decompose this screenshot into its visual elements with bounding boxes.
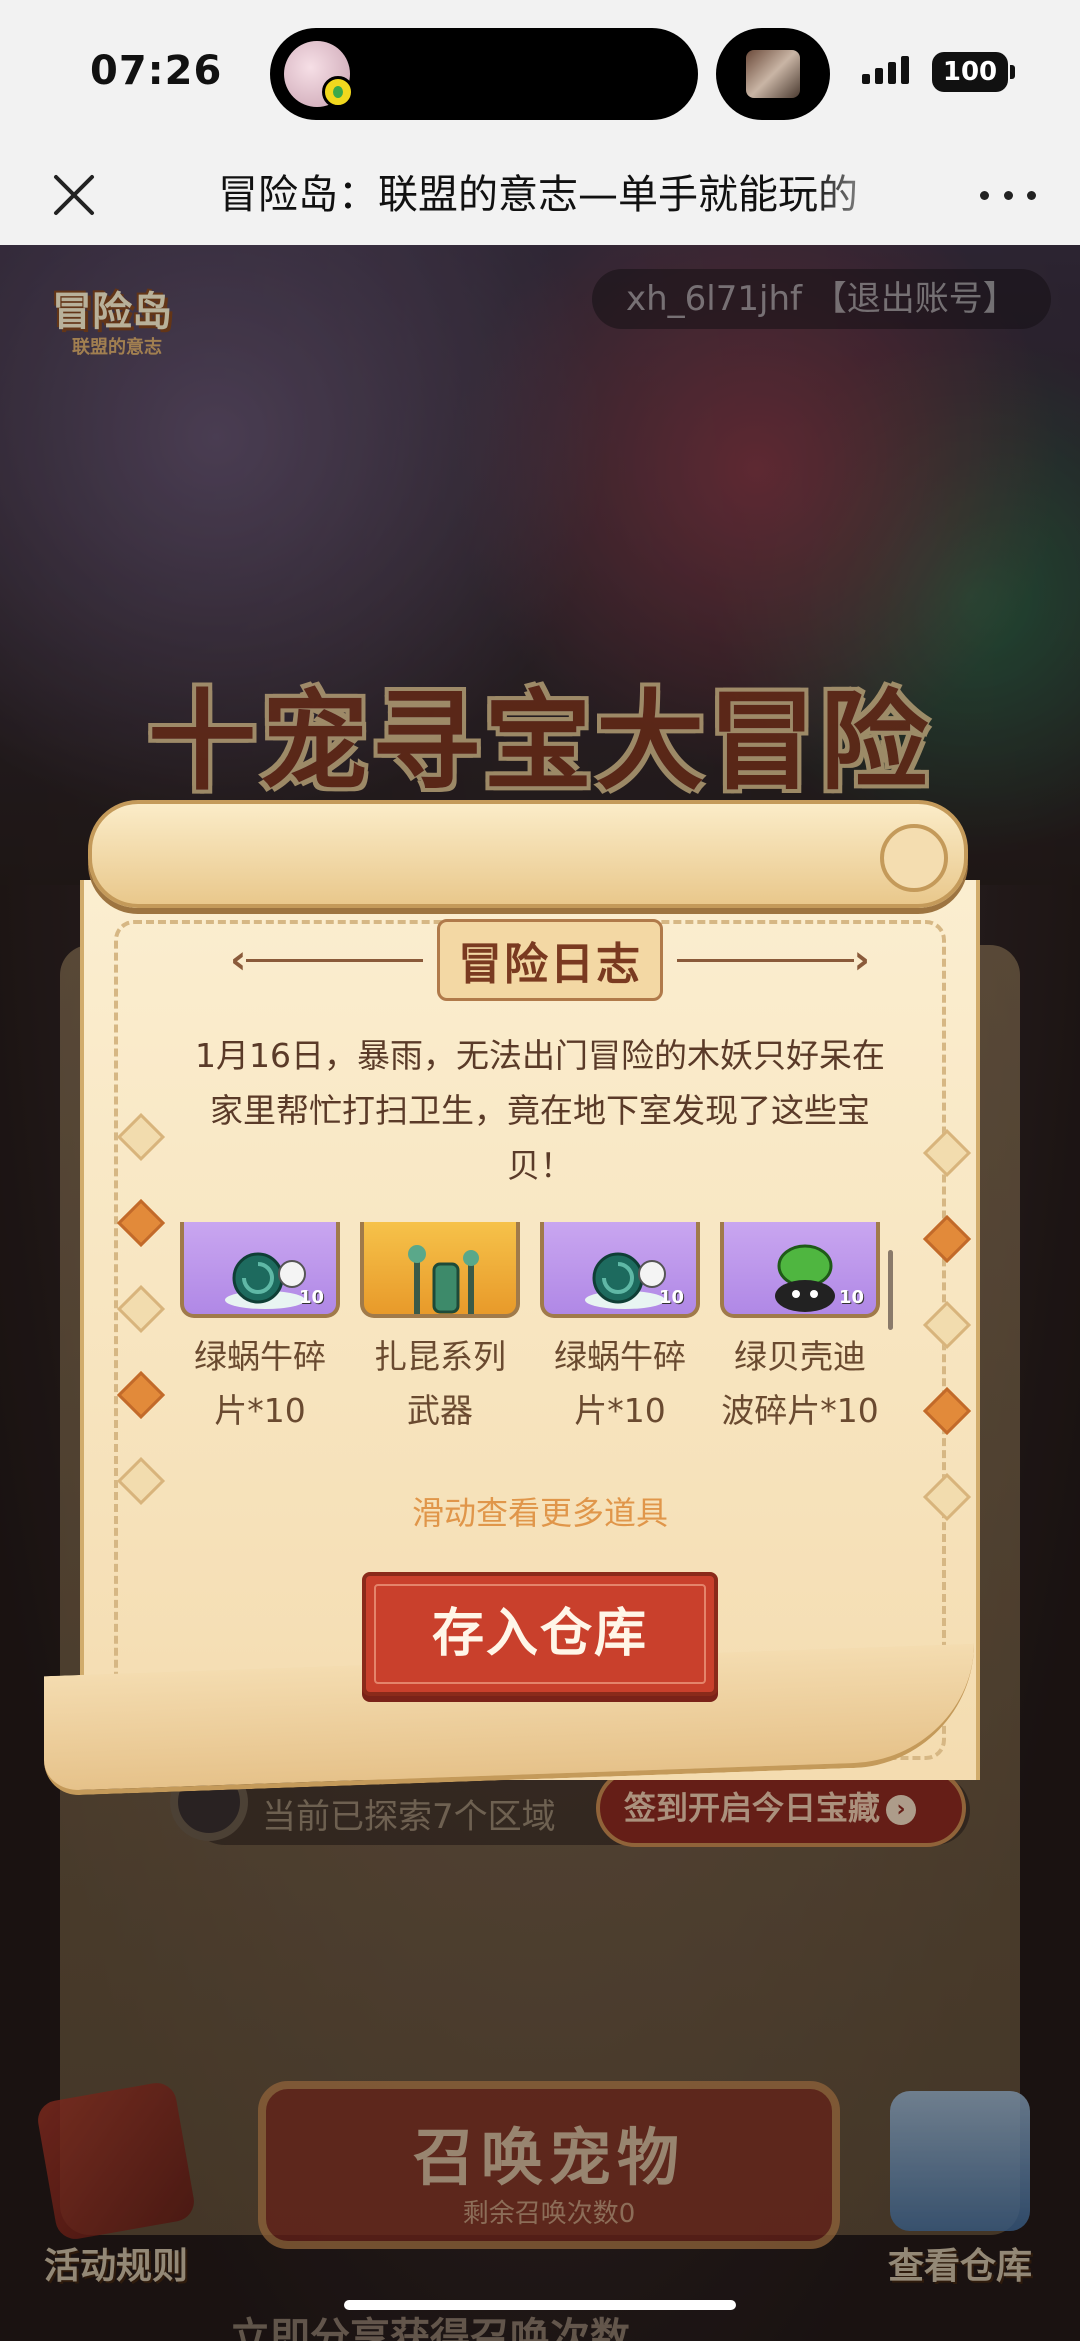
log-header: ‹ 冒险日志 › — [230, 919, 870, 1001]
scroll-top-roll — [88, 800, 968, 908]
item-name: 绿蜗牛碎片*10 — [194, 1337, 326, 1430]
log-title: 冒险日志 — [437, 919, 663, 1001]
dynamic-island-media[interactable] — [716, 28, 830, 120]
green-snail-icon — [225, 1252, 306, 1309]
reward-item-list[interactable]: 10 绿蜗牛碎片*10 扎昆系列武器 10 绿蜗牛碎片*10 10 绿贝壳迪波碎… — [180, 1222, 896, 1472]
item-card: 10 — [180, 1222, 340, 1318]
item-card: 10 — [540, 1222, 700, 1318]
item-name: 扎昆系列武器 — [374, 1337, 506, 1430]
zakum-weapons-icon — [408, 1245, 479, 1314]
reward-item[interactable]: 扎昆系列武器 — [360, 1222, 520, 1472]
nav-bar: 冒险岛：联盟的意志—单手就能玩的 — [0, 145, 1080, 245]
green-shell-mushroom-icon — [775, 1244, 835, 1312]
item-list-scrollbar[interactable] — [888, 1250, 893, 1330]
store-to-warehouse-button[interactable]: 存入仓库 — [362, 1572, 718, 1696]
item-card: 10 — [720, 1222, 880, 1318]
more-icon[interactable] — [980, 185, 1036, 205]
chevron-right-icon: › — [853, 937, 870, 983]
item-name: 绿贝壳迪波碎片*10 — [721, 1337, 879, 1430]
divider — [246, 958, 423, 962]
item-count: 10 — [658, 1287, 684, 1308]
item-card — [360, 1222, 520, 1318]
reward-item[interactable]: 10 绿蜗牛碎片*10 — [180, 1222, 340, 1472]
status-bar: 07:26 100 — [0, 0, 1080, 145]
item-count: 10 — [838, 1287, 864, 1308]
log-story: 1月16日，暴雨，无法出门冒险的木妖只好呆在家里帮忙打扫卫生，竟在地下室发现了这… — [195, 1036, 885, 1185]
home-indicator[interactable] — [344, 2300, 736, 2310]
music-app-icon — [322, 76, 354, 108]
status-time: 07:26 — [90, 48, 223, 94]
swipe-hint: 滑动查看更多道具 — [411, 1494, 668, 1532]
media-thumbnail-icon — [746, 50, 800, 98]
item-name: 绿蜗牛碎片*10 — [554, 1337, 686, 1430]
close-icon[interactable] — [44, 165, 104, 225]
battery-icon: 100 — [932, 52, 1015, 92]
page-title: 冒险岛：联盟的意志—单手就能玩的 — [218, 172, 858, 218]
green-snail-icon — [585, 1252, 666, 1309]
reward-item[interactable]: 10 绿贝壳迪波碎片*10 — [720, 1222, 880, 1472]
reward-item[interactable]: 10 绿蜗牛碎片*10 — [540, 1222, 700, 1472]
item-count: 10 — [298, 1287, 324, 1308]
dynamic-island[interactable] — [270, 28, 698, 120]
cellular-signal-icon — [862, 56, 909, 84]
divider — [677, 958, 854, 962]
chevron-left-icon: ‹ — [230, 937, 247, 983]
